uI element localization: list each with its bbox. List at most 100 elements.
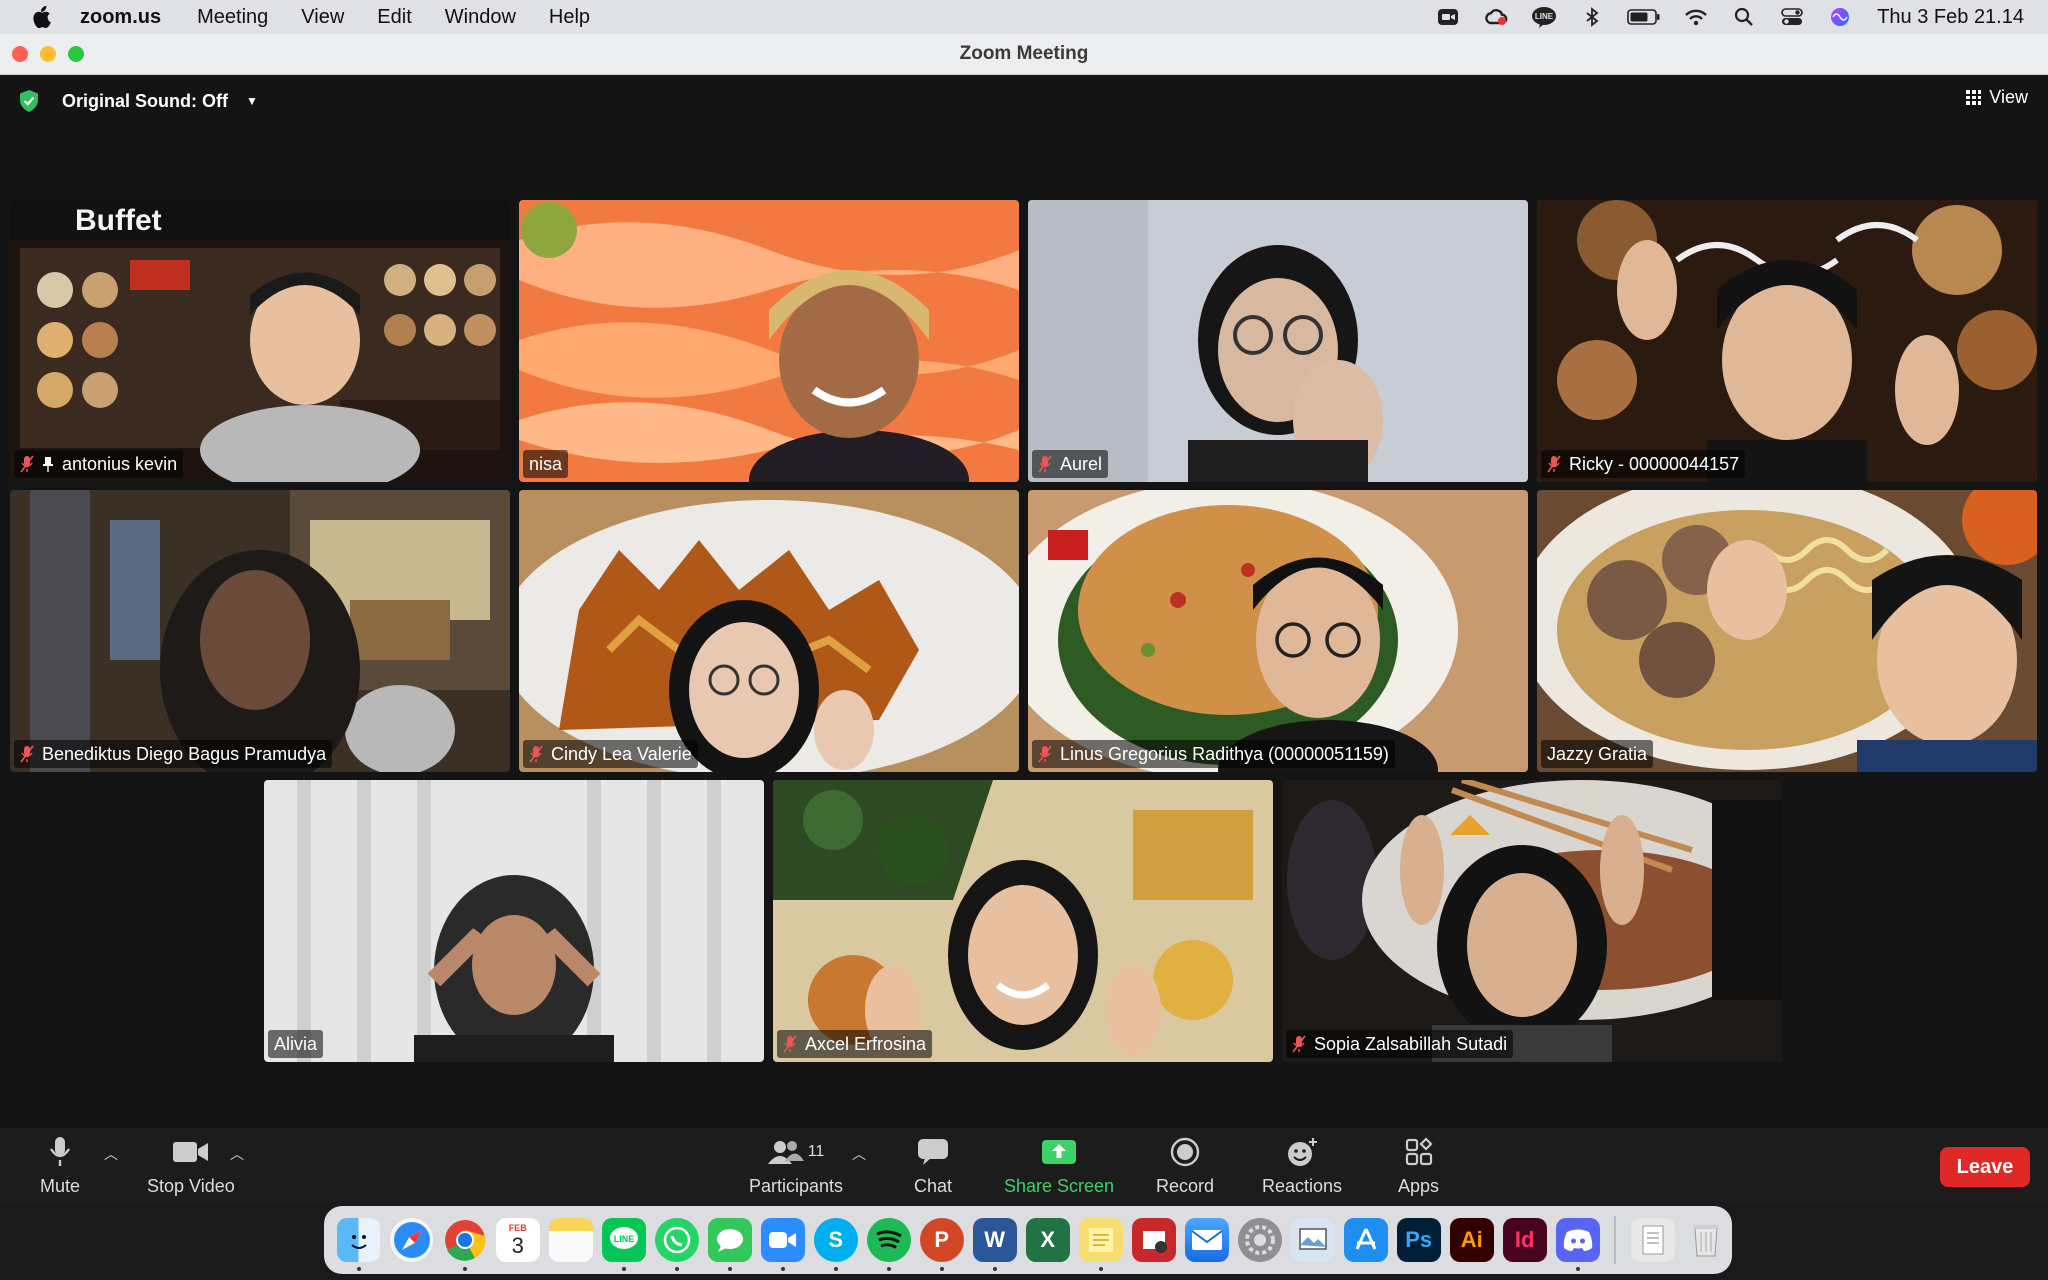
view-button[interactable]: View <box>1966 87 2028 108</box>
participant-name-tag: Jazzy Gratia <box>1541 740 1654 768</box>
share-screen-button[interactable]: Share Screen <box>1004 1134 1114 1197</box>
video-tile[interactable]: Cindy Lea Valerie <box>519 490 1019 772</box>
calendar-day: 3 <box>511 1233 524 1258</box>
trash-icon[interactable] <box>1684 1218 1728 1262</box>
original-sound-toggle[interactable]: Original Sound: Off ▼ <box>50 84 270 118</box>
video-tile-active-speaker[interactable]: Ricky - 00000044157 <box>1537 200 2037 482</box>
chat-button[interactable]: Chat <box>914 1134 952 1197</box>
chat-bubble-icon <box>917 1134 949 1170</box>
whatsapp-icon[interactable] <box>654 1218 699 1271</box>
record-button[interactable]: Record <box>1156 1134 1214 1197</box>
participant-name: Benediktus Diego Bagus Pramudya <box>42 743 327 764</box>
video-feed-fried-rice-background <box>1028 490 1528 772</box>
control-center-icon[interactable] <box>1779 6 1805 28</box>
participant-name-tag: Benediktus Diego Bagus Pramudya <box>14 740 333 768</box>
menu-edit[interactable]: Edit <box>377 6 411 29</box>
menu-app-name[interactable]: zoom.us <box>80 6 161 29</box>
reactions-label: Reactions <box>1262 1176 1343 1196</box>
documents-folder-icon[interactable] <box>1630 1218 1675 1262</box>
video-tile[interactable]: nisa <box>519 200 1019 482</box>
video-tile[interactable]: Aurel <box>1028 200 1528 482</box>
meeting-controls-toolbar: Mute ︿ Stop Video ︿ 11 Participants ︿ Ch… <box>0 1128 2048 1204</box>
video-tile[interactable]: Axcel Erfrosina <box>773 780 1273 1062</box>
video-feed-nasi-campur-background <box>773 780 1273 1062</box>
apps-label: Apps <box>1398 1176 1440 1196</box>
share-screen-arrow-icon <box>1041 1134 1077 1170</box>
encryption-shield-icon[interactable] <box>18 89 40 113</box>
original-sound-caret-icon[interactable]: ▼ <box>246 94 258 108</box>
meeting-top-bar: Original Sound: Off ▼ View <box>0 75 2048 125</box>
battery-icon[interactable] <box>1627 6 1661 28</box>
video-tile[interactable]: Benediktus Diego Bagus Pramudya <box>10 490 510 772</box>
finder-icon[interactable] <box>336 1218 381 1271</box>
video-tile[interactable]: Buffet antonius kevin <box>10 200 510 482</box>
messages-icon[interactable] <box>707 1218 752 1271</box>
menu-window[interactable]: Window <box>445 6 516 29</box>
video-tile[interactable]: Alivia <box>264 780 764 1062</box>
video-options-chevron-up-icon[interactable]: ︿ <box>230 1144 244 1164</box>
muted-mic-icon <box>20 745 34 763</box>
zoom-app-icon[interactable] <box>760 1218 805 1271</box>
apps-button[interactable]: Apps <box>1398 1134 1439 1197</box>
svg-text:LINE: LINE <box>1535 12 1554 21</box>
video-feed-salmon-background <box>519 200 1019 482</box>
window-title: Zoom Meeting <box>959 43 1089 64</box>
original-sound-label: Original Sound: Off <box>62 90 228 111</box>
mute-button[interactable]: Mute <box>40 1134 80 1197</box>
line-app-icon[interactable]: LINE <box>601 1218 646 1271</box>
excel-icon[interactable]: X <box>1025 1218 1070 1262</box>
calendar-icon[interactable]: FEB 3 <box>495 1218 540 1262</box>
record-label: Record <box>1156 1176 1215 1196</box>
share-screen-label: Share Screen <box>1004 1176 1115 1196</box>
menu-bar: zoom.us Meeting View Edit Window Help LI… <box>0 0 2048 34</box>
bluetooth-icon[interactable] <box>1579 6 1605 28</box>
video-tile[interactable]: Linus Gregorius Radithya (00000051159) <box>1028 490 1528 772</box>
creative-cloud-icon[interactable] <box>1483 6 1509 28</box>
stickies-icon[interactable] <box>1078 1218 1123 1271</box>
menu-view[interactable]: View <box>301 6 344 29</box>
reactions-button[interactable]: Reactions <box>1262 1134 1342 1197</box>
line-status-icon[interactable]: LINE <box>1531 6 1557 28</box>
participants-button[interactable]: 11 Participants <box>749 1134 843 1197</box>
photoshop-icon[interactable]: Ps <box>1396 1218 1441 1262</box>
chrome-icon[interactable] <box>443 1218 487 1271</box>
audio-options-chevron-up-icon[interactable]: ︿ <box>104 1144 118 1164</box>
notes-icon[interactable] <box>548 1218 593 1262</box>
stop-video-button[interactable]: Stop Video <box>147 1134 235 1197</box>
app-store-icon[interactable] <box>1343 1218 1388 1262</box>
powerpoint-icon[interactable]: P <box>919 1218 964 1271</box>
indesign-icon[interactable]: Id <box>1502 1218 1547 1262</box>
meeting-area: Original Sound: Off ▼ View Buffet antoni… <box>0 75 2048 1205</box>
safari-icon[interactable] <box>389 1218 434 1262</box>
participant-name: Jazzy Gratia <box>1547 743 1648 764</box>
apple-icon[interactable] <box>30 5 52 29</box>
muted-mic-icon <box>529 745 543 763</box>
video-tile[interactable]: Sopia Zalsabillah Sutadi <box>1282 780 1782 1062</box>
muted-mic-icon <box>1038 745 1052 763</box>
participants-options-chevron-up-icon[interactable]: ︿ <box>852 1144 866 1164</box>
discord-icon[interactable] <box>1555 1218 1600 1271</box>
word-icon[interactable]: W <box>972 1218 1017 1271</box>
photo-booth-icon[interactable] <box>1131 1218 1176 1262</box>
zoom-status-icon[interactable] <box>1435 6 1461 28</box>
video-camera-icon <box>172 1134 210 1170</box>
photoshop-label: Ps <box>1405 1227 1433 1252</box>
skype-icon[interactable]: S <box>813 1218 858 1271</box>
chat-label: Chat <box>914 1176 953 1196</box>
preview-icon[interactable] <box>1290 1218 1335 1262</box>
wifi-icon[interactable] <box>1683 6 1709 28</box>
participants-count: 11 <box>807 1143 825 1160</box>
menubar-clock[interactable]: Thu 3 Feb 21.14 <box>1877 6 2024 29</box>
spotlight-search-icon[interactable] <box>1731 6 1757 28</box>
video-tile[interactable]: Jazzy Gratia <box>1537 490 2037 772</box>
menu-help[interactable]: Help <box>549 6 590 29</box>
illustrator-icon[interactable]: Ai <box>1449 1218 1494 1262</box>
menu-meeting[interactable]: Meeting <box>197 6 268 29</box>
video-feed-takoyaki-background <box>1537 200 2037 482</box>
spotify-icon[interactable] <box>866 1218 911 1271</box>
siri-icon[interactable] <box>1827 6 1853 28</box>
video-feed-buffet-background: Buffet <box>10 200 510 482</box>
mail-icon[interactable] <box>1184 1218 1229 1262</box>
leave-button[interactable]: Leave <box>1940 1147 2030 1187</box>
system-preferences-icon[interactable] <box>1237 1218 1282 1262</box>
